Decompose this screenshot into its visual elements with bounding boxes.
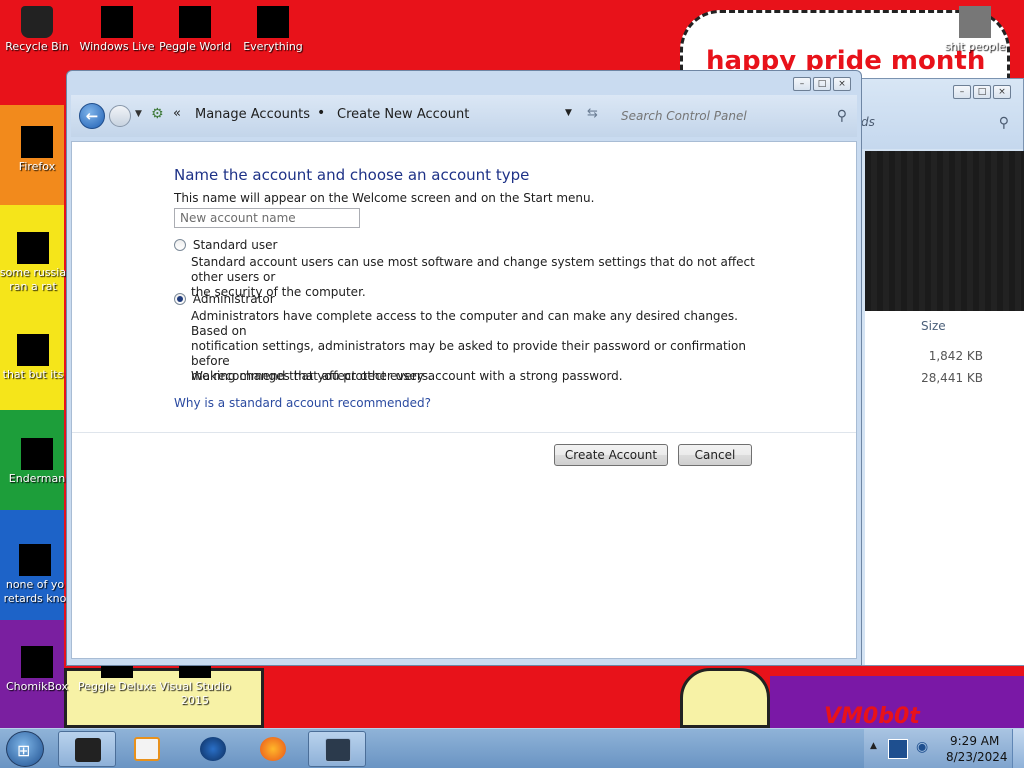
account-name-input[interactable]	[174, 208, 360, 228]
description-line: Standard account users can use most soft…	[191, 255, 755, 284]
create-account-button[interactable]: Create Account	[554, 444, 668, 466]
description-line: notification settings, administrators ma…	[191, 339, 746, 368]
windows-live-icon	[101, 6, 133, 38]
file-list: Size 1,842 KB 28,441 KB	[865, 311, 1024, 665]
wallpaper-watermark: VM0b0t	[824, 704, 920, 728]
taskbar-item-media-player[interactable]	[118, 731, 176, 767]
search-placeholder-fragment[interactable]: ds	[861, 115, 875, 129]
desktop-icon-recycle-bin[interactable]: Recycle Bin	[0, 6, 76, 54]
control-panel-window: – □ × ← ▼ ⚙ « Manage Accounts • Create N…	[66, 70, 862, 666]
globe-icon	[200, 737, 226, 761]
back-button[interactable]: ←	[79, 103, 105, 129]
folder-icon	[959, 6, 991, 38]
desktop-icon-firefox[interactable]: Firefox	[0, 126, 76, 174]
windows-logo-icon: ⊞	[17, 741, 31, 760]
breadcrumb-manage-accounts[interactable]: Manage Accounts	[195, 107, 310, 122]
maximize-button[interactable]: □	[973, 85, 991, 99]
file-icon	[17, 334, 49, 366]
window-controls: – □ ×	[793, 77, 851, 91]
window-controls: – □ ×	[953, 85, 1011, 99]
taskbar-item-firefox[interactable]	[244, 731, 302, 767]
breadcrumb-overflow-button[interactable]: «	[173, 106, 181, 121]
cancel-button[interactable]: Cancel	[678, 444, 752, 466]
search-icon[interactable]: ⚲	[999, 115, 1009, 131]
start-button[interactable]: ⊞	[6, 731, 44, 767]
divider	[72, 432, 856, 433]
file-icon	[17, 232, 49, 264]
firefox-icon	[21, 126, 53, 158]
clock-time[interactable]: 9:29 AM	[950, 734, 999, 748]
taskbar-item-control-panel[interactable]	[308, 731, 366, 767]
firefox-icon	[260, 737, 286, 761]
desktop-icon-russia-rat[interactable]: some russia ran a rat	[0, 232, 72, 294]
search-icon[interactable]: ⚲	[837, 108, 847, 124]
network-icon[interactable]	[888, 739, 908, 759]
taskbar-item-globe[interactable]	[184, 731, 242, 767]
control-panel-icon: ⚙	[151, 106, 164, 122]
breadcrumb-separator: •	[317, 105, 326, 121]
file-size: 28,441 KB	[921, 371, 983, 385]
explorer-toolbar: – □ × ds ⚲	[859, 79, 1023, 149]
standard-account-help-link[interactable]: Why is a standard account recommended?	[174, 396, 431, 410]
everything-icon	[257, 6, 289, 38]
page-subtitle: This name will appear on the Welcome scr…	[174, 191, 595, 205]
file-size: 1,842 KB	[928, 349, 983, 363]
desktop-icon-chomikbox[interactable]: ChomikBox	[0, 646, 76, 694]
desktop-icon-peggle-world[interactable]: Peggle World	[156, 6, 234, 54]
desktop-icon-folder[interactable]: shit people	[936, 6, 1014, 54]
standard-user-description: Standard account users can use most soft…	[191, 255, 761, 300]
enderman-icon	[21, 438, 53, 470]
desktop-icon-everything[interactable]: Everything	[234, 6, 312, 54]
password-recommendation: We recommend that you protect every acco…	[191, 369, 623, 383]
taskbar-item-explorer[interactable]	[58, 731, 116, 767]
administrator-label[interactable]: Administrator	[193, 292, 275, 306]
control-panel-icon	[325, 738, 351, 762]
search-box: ⚲	[615, 103, 855, 129]
chomikbox-icon	[21, 646, 53, 678]
breadcrumb-create-new-account[interactable]: Create New Account	[337, 107, 469, 122]
refresh-icon[interactable]: ⇆	[587, 106, 598, 121]
peggle-world-icon	[179, 6, 211, 38]
minimize-button[interactable]: –	[953, 85, 971, 99]
wallpaper-shape	[680, 668, 770, 728]
standard-user-radio[interactable]	[174, 239, 186, 251]
explorer-icon	[75, 738, 101, 762]
explorer-window-background[interactable]: – □ × ds ⚲ Size 1,842 KB 28,441 KB	[858, 78, 1024, 666]
address-dropdown-button[interactable]: ▼	[565, 108, 572, 118]
recycle-bin-icon	[21, 6, 53, 38]
explorer-toolbar-dark	[865, 151, 1024, 311]
column-header-size[interactable]: Size	[921, 319, 946, 333]
standard-user-label[interactable]: Standard user	[193, 238, 278, 252]
minimize-button[interactable]: –	[793, 77, 811, 91]
file-icon	[19, 544, 51, 576]
desktop-icon-enderman[interactable]: Enderman	[0, 438, 76, 486]
description-line: the security of the computer.	[191, 285, 366, 299]
page-title: Name the account and choose an account t…	[174, 166, 530, 184]
taskbar: ⊞ ▲ ◉ 9:29 AM 8/23/2024	[0, 728, 1024, 768]
administrator-option[interactable]: Administrator	[174, 292, 275, 306]
show-hidden-icons-button[interactable]: ▲	[870, 741, 877, 751]
desktop-icon-none-of-you[interactable]: none of yo retards kno	[0, 544, 74, 606]
volume-icon[interactable]: ◉	[916, 739, 932, 759]
desktop-icon-windows-live[interactable]: Windows Live	[78, 6, 156, 54]
forward-button[interactable]	[109, 105, 131, 127]
administrator-radio[interactable]	[174, 293, 186, 305]
clock-date[interactable]: 8/23/2024	[946, 750, 1008, 764]
show-desktop-button[interactable]	[1012, 729, 1024, 768]
content-pane: Name the account and choose an account t…	[71, 141, 857, 659]
desktop-icon-that-but-its[interactable]: that but its	[0, 334, 72, 382]
address-bar: ← ▼ ⚙ « Manage Accounts • Create New Acc…	[71, 95, 857, 137]
description-line: Administrators have complete access to t…	[191, 309, 738, 338]
maximize-button[interactable]: □	[813, 77, 831, 91]
search-input[interactable]	[615, 103, 855, 129]
standard-user-option[interactable]: Standard user	[174, 238, 277, 252]
recent-pages-dropdown[interactable]: ▼	[135, 109, 142, 119]
close-button[interactable]: ×	[993, 85, 1011, 99]
close-button[interactable]: ×	[833, 77, 851, 91]
notification-area: ▲ ◉ 9:29 AM 8/23/2024	[864, 729, 1024, 768]
media-player-icon	[134, 737, 160, 761]
